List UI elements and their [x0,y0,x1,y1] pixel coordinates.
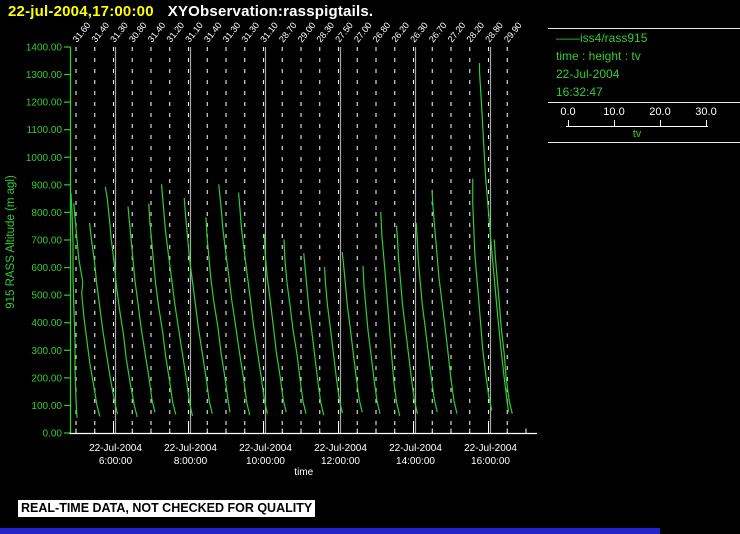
x-axis-time-label: 16:00:00 [471,456,510,467]
legend-divider-mid [548,102,740,103]
tv-top-label: 27.50 [333,20,355,44]
x-axis-date-label: 22-Jul-2004 [464,443,517,454]
y-axis-tick-label: 1200.00 [26,98,63,109]
tv-scale-tick-10: 10.0 [603,106,624,118]
tv-scale-tick-30: 30.0 [695,106,716,118]
tv-top-label: 29.00 [296,20,318,44]
legend-relation: time : height : tv [556,49,641,63]
pigtail-curve [342,252,362,412]
legend-divider-bottom [548,142,740,143]
x-axis-title: time [294,467,313,478]
tv-top-label: 31.30 [221,20,243,44]
bottom-blue-bar [0,528,660,534]
pigtail-curve [74,203,100,416]
pigtail-curve [184,198,212,414]
y-axis-tick-label: 700.00 [31,236,62,247]
tv-top-label: 31.40 [202,20,224,44]
tv-top-label: 26.30 [408,20,430,44]
tv-top-label: 28.30 [314,20,336,44]
y-axis-title: 915 RASS Altitude (m agl) [5,175,17,309]
y-axis-tick-label: 900.00 [31,180,62,191]
tv-scale-tick-20: 20.0 [649,106,670,118]
tv-top-label: 31.30 [108,20,130,44]
y-axis-tick-label: 800.00 [31,208,62,219]
y-axis-tick-label: 1300.00 [26,70,63,81]
tv-top-label: 31.60 [71,20,93,44]
y-axis-tick-label: 1100.00 [27,125,63,136]
x-axis-date-label: 22-Jul-2004 [314,443,367,454]
pigtail-curve [149,204,176,415]
pigtail-curve [325,267,343,413]
pigtail-curve [363,266,380,414]
y-axis-tick-label: 1400.00 [26,43,63,54]
pigtail-curve [304,253,324,415]
tv-top-label: 31.30 [239,20,261,44]
y-axis-tick-label: 100.00 [31,401,62,412]
tv-top-label: 31.20 [164,20,186,44]
tv-top-label: 28.20 [464,20,486,44]
tv-top-label: 27.20 [446,20,468,44]
x-axis-time-label: 12:00:00 [321,456,360,467]
tv-scale-axis [566,126,708,127]
pigtail-curve [162,184,193,416]
tv-top-label: 31.10 [183,20,205,44]
pigtail-curve [381,212,400,416]
legend-divider-top [548,28,740,29]
tv-scale-label: tv [633,128,642,140]
pigtail-curve [284,239,306,413]
x-axis-date-label: 22-Jul-2004 [89,443,142,454]
tv-top-label: 31.40 [89,20,111,44]
legend-line-sample: —— [556,31,580,45]
y-axis-tick-label: 600.00 [31,263,62,274]
tv-top-label: 28.70 [277,20,299,44]
y-axis-tick-label: 200.00 [31,373,62,384]
tv-top-label: 29.90 [502,20,524,44]
x-axis-time-label: 10:00:00 [246,456,285,467]
legend-date: 22-Jul-2004 [556,67,619,81]
tv-top-label: 26.80 [371,20,393,44]
pigtails-chart: 31.6031.4031.3030.8031.4031.2031.1031.40… [0,0,740,534]
pigtail-curve [494,239,512,413]
legend-time: 16:32:47 [556,85,603,99]
tv-top-label: 28.80 [483,20,505,44]
pigtail-curve [264,234,286,412]
x-axis-time-label: 14:00:00 [396,456,435,467]
x-axis-date-label: 22-Jul-2004 [389,443,442,454]
x-axis-time-label: 6:00:00 [99,456,133,467]
y-axis-tick-label: 300.00 [31,346,62,357]
pigtail-curve [397,226,418,414]
legend-series: ——iss4/rass915 [556,31,647,45]
x-axis-time-label: 8:00:00 [174,456,208,467]
y-axis-tick-label: 400.00 [31,318,62,329]
x-axis-date-label: 22-Jul-2004 [239,443,292,454]
pigtail-curve [432,190,457,414]
tv-top-label: 30.80 [127,20,149,44]
x-axis-date-label: 22-Jul-2004 [164,443,217,454]
y-axis-tick-label: 0.00 [43,429,63,440]
rass-pigtails-display: 22-jul-2004,17:00:00XYObservation:rasspi… [0,0,740,534]
tv-scale-tick-0: 0.0 [560,106,575,118]
tv-top-label: 31.10 [258,20,280,44]
y-axis-tick-label: 1000.00 [26,153,63,164]
tv-top-label: 26.20 [389,20,411,44]
tv-top-label: 27.00 [352,20,374,44]
legend-series-label: iss4/rass915 [580,31,647,45]
tv-top-label: 26.70 [427,20,449,44]
tv-top-label: 31.40 [146,20,168,44]
y-axis-tick-label: 500.00 [31,291,62,302]
pigtail-curve [416,223,437,412]
quality-warning-banner: REAL-TIME DATA, NOT CHECKED FOR QUALITY [18,500,315,517]
